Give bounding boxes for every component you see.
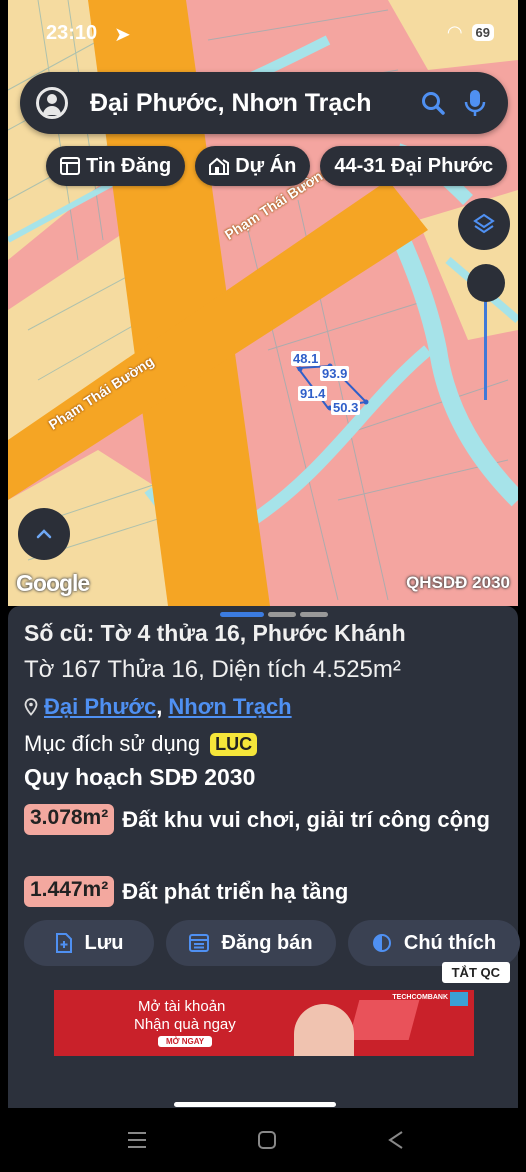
lot-dimension: 48.1: [291, 351, 321, 366]
half-circle-icon: [372, 934, 391, 952]
hide-ads-button[interactable]: TẮT QC: [441, 962, 510, 983]
google-logo: Google: [16, 570, 90, 596]
parcel-info-sheet: Số cũ: Tờ 4 thửa 16, Phước Khánh Tờ 167 …: [8, 606, 520, 1108]
save-button[interactable]: Lưu: [24, 920, 154, 966]
chip-du-an[interactable]: Dự Án: [195, 146, 311, 186]
old-parcel-info: Số cũ: Tờ 4 thửa 16, Phước Khánh: [24, 620, 406, 646]
action-buttons: Lưu Đăng bán Chú thích: [24, 920, 520, 966]
layer-label: QHSDĐ 2030: [406, 573, 510, 592]
usage-code-badge: LUC: [210, 732, 258, 756]
plan-title: Quy hoạch SDĐ 2030: [24, 764, 256, 790]
post-sale-button[interactable]: Đăng bán: [166, 920, 336, 966]
back-icon[interactable]: [386, 1130, 406, 1150]
ad-line2: Nhận quà ngay: [134, 1016, 236, 1033]
location-arrow-icon: ➤: [114, 24, 131, 46]
recent-apps-icon[interactable]: [126, 1130, 148, 1150]
ad-image: [294, 1004, 354, 1056]
chip-label: Tin Đăng: [86, 154, 172, 177]
wifi-icon: ◠: [447, 22, 462, 42]
filter-chips: Tin Đăng Dự Án 44-31 Đại Phước: [46, 146, 508, 186]
map-view[interactable]: Phạm Thái Bường Phạm Thái Bường 48.1 93.…: [8, 0, 518, 606]
ad-cta-button[interactable]: MỞ NGAY: [158, 1036, 213, 1047]
plan-item-label: Đất khu vui chơi, giải trí công cộng: [122, 807, 490, 832]
location-separator: ,: [156, 694, 163, 719]
location-row: Đại Phước, Nhơn Trạch: [24, 694, 292, 720]
ad-line1: Mở tài khoản: [138, 998, 226, 1015]
chip-label: Dự Án: [235, 154, 297, 177]
lot-dimension: 93.9: [320, 366, 350, 381]
microphone-icon[interactable]: [462, 88, 488, 118]
opacity-slider-knob[interactable]: [467, 264, 505, 302]
search-icon[interactable]: [420, 90, 446, 116]
usage-row: Mục đích sử dụng LUC: [24, 731, 258, 757]
ad-banner[interactable]: Mở tài khoản Nhận quà ngay MỞ NGAY TECHC…: [54, 990, 474, 1056]
search-bar[interactable]: [20, 72, 508, 134]
plan-item: 3.078m² Đất khu vui chơi, giải trí công …: [24, 804, 502, 836]
lot-dimension: 50.3: [331, 400, 361, 415]
layers-icon: [473, 213, 495, 234]
post-sale-label: Đăng bán: [221, 931, 313, 954]
ward-link[interactable]: Đại Phước: [44, 694, 156, 719]
ad-choices-icon[interactable]: [450, 992, 468, 1006]
search-input[interactable]: [90, 88, 420, 118]
sheet-handle[interactable]: [220, 612, 328, 617]
area-badge: 3.078m²: [24, 804, 115, 835]
status-bar: 23:10 ➤ ◠ 69: [8, 22, 518, 48]
parcel-info: Tờ 167 Thửa 16, Diện tích 4.525m²: [24, 656, 401, 683]
buildings-icon: [209, 157, 230, 175]
chevron-up-icon: [36, 529, 52, 539]
home-indicator: [174, 1102, 336, 1107]
chip-parcel[interactable]: 44-31 Đại Phước: [320, 146, 508, 186]
home-icon[interactable]: [257, 1130, 277, 1150]
account-icon[interactable]: [36, 87, 68, 119]
ad-brand: TECHCOMBANK: [392, 994, 448, 1001]
listing-icon: [60, 157, 80, 175]
location-pin-icon: [24, 698, 38, 716]
plan-item: 1.447m² Đất phát triển hạ tầng: [24, 876, 502, 908]
battery-indicator: 69: [471, 24, 494, 41]
usage-label: Mục đích sử dụng: [24, 731, 201, 756]
save-label: Lưu: [84, 931, 124, 954]
layers-button[interactable]: [458, 198, 510, 250]
legend-button[interactable]: Chú thích: [348, 920, 520, 966]
plan-item-label: Đất phát triển hạ tầng: [122, 879, 349, 904]
chip-tin-dang[interactable]: Tin Đăng: [46, 146, 186, 186]
district-link[interactable]: Nhơn Trạch: [168, 694, 291, 720]
status-time: 23:10: [46, 22, 98, 44]
system-nav-bar: [0, 1108, 526, 1172]
expand-button[interactable]: [18, 508, 70, 560]
area-badge: 1.447m²: [24, 876, 115, 907]
save-add-icon: [55, 933, 72, 953]
lot-dimension: 91.4: [298, 386, 328, 401]
calendar-list-icon: [189, 934, 210, 952]
chip-label: 44-31 Đại Phước: [334, 154, 494, 177]
legend-label: Chú thích: [403, 931, 497, 954]
